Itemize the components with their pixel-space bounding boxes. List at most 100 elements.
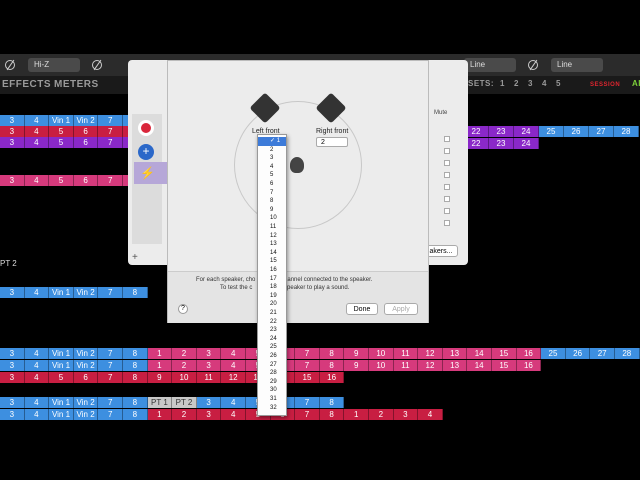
dropdown-option[interactable]: 29 [258, 378, 286, 387]
dropdown-option[interactable]: 21 [258, 309, 286, 318]
dropdown-option[interactable]: 31 [258, 395, 286, 404]
track-cell[interactable]: Vin 2 [73, 409, 99, 420]
mute-checkbox[interactable] [444, 220, 450, 226]
track-cell[interactable]: Vin 2 [73, 360, 99, 371]
track-cell[interactable]: 7 [295, 409, 320, 420]
right-front-channel-select[interactable]: 2 [316, 137, 348, 147]
track-cell[interactable]: 16 [516, 360, 542, 371]
track-cell[interactable]: 12 [418, 348, 443, 359]
dropdown-option[interactable]: 13 [258, 240, 286, 249]
track-cell[interactable]: 26 [565, 348, 591, 359]
mute-checkbox[interactable] [444, 208, 450, 214]
track-cell[interactable]: Vin 1 [49, 287, 74, 298]
dropdown-option[interactable]: 32 [258, 404, 286, 413]
track-cell[interactable]: 6 [73, 175, 99, 186]
track-cell[interactable]: 11 [393, 360, 419, 371]
track-cell[interactable]: 2 [172, 409, 197, 420]
track-cell[interactable]: 27 [589, 126, 614, 137]
track-cell[interactable]: 9 [147, 372, 173, 383]
track-cell[interactable]: 5 [49, 137, 74, 148]
mute-checkbox[interactable] [444, 136, 450, 142]
track-cell[interactable]: 16 [516, 348, 542, 359]
track-cell[interactable]: 3 [196, 348, 222, 359]
track-cell[interactable]: 2 [172, 360, 197, 371]
track-cell[interactable]: Vin 1 [49, 115, 74, 126]
track-cell[interactable]: 14 [467, 360, 492, 371]
track-cell[interactable]: 6 [73, 137, 99, 148]
apply-button[interactable]: Apply [384, 303, 418, 315]
track-cell[interactable]: 11 [196, 372, 222, 383]
track-cell[interactable]: 4 [24, 397, 50, 408]
track-cell[interactable]: 11 [393, 348, 419, 359]
track-cell[interactable]: 4 [221, 348, 246, 359]
track-cell[interactable]: 4 [418, 409, 443, 420]
track-cell[interactable]: Vin 1 [49, 409, 74, 420]
dropdown-option[interactable]: 22 [258, 318, 286, 327]
dropdown-option[interactable]: 18 [258, 283, 286, 292]
track-cell[interactable]: 4 [24, 126, 50, 137]
track-cell[interactable]: 6 [73, 372, 99, 383]
dropdown-option[interactable]: 15 [258, 257, 286, 266]
track-cell[interactable]: 13 [442, 360, 468, 371]
device-icon-red[interactable] [138, 120, 154, 136]
track-cell[interactable]: 15 [295, 372, 320, 383]
track-cell[interactable]: 4 [221, 397, 246, 408]
gain-knob-icon[interactable] [528, 60, 538, 70]
track-cell[interactable]: 10 [172, 372, 197, 383]
track-cell[interactable]: 8 [319, 348, 345, 359]
track-cell[interactable]: 3 [0, 126, 25, 137]
track-cell[interactable]: 27 [590, 348, 615, 359]
done-button[interactable]: Done [346, 303, 378, 315]
track-cell[interactable]: 8 [123, 360, 148, 371]
track-cell[interactable]: 4 [24, 287, 50, 298]
track-cell[interactable]: 8 [319, 397, 345, 408]
meters-tab[interactable]: METERS [54, 79, 99, 90]
track-cell[interactable]: 7 [295, 348, 320, 359]
track-cell[interactable]: Vin 1 [49, 360, 74, 371]
track-cell[interactable]: 9 [344, 360, 369, 371]
track-cell[interactable]: 3 [0, 372, 25, 383]
dropdown-option[interactable]: 9 [258, 206, 286, 215]
dropdown-option[interactable]: 23 [258, 326, 286, 335]
mute-checkbox[interactable] [444, 160, 450, 166]
gain-knob-icon[interactable] [5, 60, 15, 70]
plus-device-icon[interactable]: + [138, 144, 154, 160]
dropdown-option[interactable]: 11 [258, 223, 286, 232]
track-cell[interactable]: PT 2 [172, 397, 197, 408]
track-cell[interactable]: 7 [98, 409, 123, 420]
dropdown-option[interactable]: 16 [258, 266, 286, 275]
track-cell[interactable]: 7 [98, 115, 123, 126]
dropdown-option[interactable]: 20 [258, 300, 286, 309]
track-cell[interactable]: 8 [123, 409, 148, 420]
track-cell[interactable]: PT 1 [147, 397, 173, 408]
dropdown-option[interactable]: 26 [258, 352, 286, 361]
track-cell[interactable]: 8 [319, 409, 345, 420]
mute-checkbox[interactable] [444, 196, 450, 202]
effects-tab[interactable]: EFFECTS [2, 79, 51, 90]
track-cell[interactable]: Vin 2 [73, 348, 99, 359]
mute-checkbox[interactable] [444, 172, 450, 178]
track-cell[interactable]: 4 [24, 137, 50, 148]
track-cell[interactable]: 4 [24, 409, 50, 420]
track-cell[interactable]: 7 [98, 287, 123, 298]
track-cell[interactable]: 1 [147, 409, 173, 420]
track-cell[interactable]: 3 [0, 397, 25, 408]
track-cell[interactable]: 7 [98, 126, 123, 137]
track-cell[interactable]: 2 [369, 409, 394, 420]
dropdown-option[interactable]: 12 [258, 232, 286, 241]
dropdown-option[interactable]: 19 [258, 292, 286, 301]
track-cell[interactable]: 28 [614, 126, 639, 137]
track-cell[interactable]: 4 [24, 360, 50, 371]
track-cell[interactable]: 6 [73, 126, 99, 137]
dropdown-option[interactable]: 4 [258, 163, 286, 172]
preset-3[interactable]: 3 [528, 79, 533, 88]
dropdown-option[interactable]: 10 [258, 214, 286, 223]
mute-checkbox[interactable] [444, 184, 450, 190]
track-cell[interactable]: 3 [0, 287, 25, 298]
dropdown-option[interactable]: 5 [258, 171, 286, 180]
track-cell[interactable]: Vin 2 [73, 287, 99, 298]
track-cell[interactable]: 7 [98, 348, 123, 359]
track-cell[interactable]: 4 [221, 409, 246, 420]
track-cell[interactable]: 3 [196, 360, 222, 371]
track-cell[interactable]: 13 [442, 348, 468, 359]
